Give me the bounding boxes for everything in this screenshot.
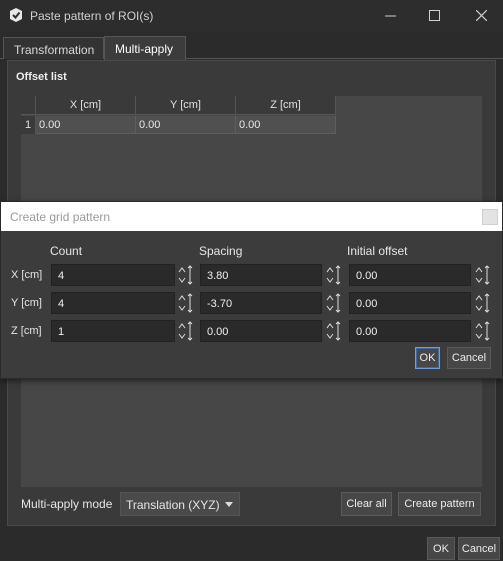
ok-button[interactable]: OK bbox=[427, 537, 455, 560]
clear-all-button[interactable]: Clear all bbox=[341, 492, 392, 516]
spacing-x-input[interactable]: 3.80 bbox=[200, 264, 322, 286]
close-window-button[interactable] bbox=[459, 0, 503, 31]
row-label-x: X [cm] bbox=[11, 269, 43, 281]
column-header-x[interactable]: X [cm] bbox=[36, 96, 136, 115]
count-y-input[interactable]: 4 bbox=[51, 292, 175, 314]
title-bar: Paste pattern of ROI(s) bbox=[0, 0, 503, 31]
count-z-stepper-icon[interactable] bbox=[176, 320, 194, 342]
cell-z[interactable]: 0.00 bbox=[236, 116, 336, 134]
chevron-down-icon bbox=[225, 502, 233, 507]
dialog-close-button[interactable] bbox=[482, 209, 498, 225]
spacing-z-input[interactable]: 0.00 bbox=[200, 320, 322, 342]
dialog-cancel-button[interactable]: Cancel bbox=[447, 347, 491, 369]
minimize-button[interactable] bbox=[368, 0, 412, 31]
row-number[interactable]: 1 bbox=[21, 116, 36, 134]
app-logo-icon bbox=[10, 8, 22, 22]
create-grid-pattern-dialog: Create grid pattern Count Spacing Initia… bbox=[0, 201, 503, 379]
row-label-z: Z [cm] bbox=[11, 325, 42, 337]
count-x-stepper-icon[interactable] bbox=[176, 264, 194, 286]
initial-offset-column-header: Initial offset bbox=[347, 244, 408, 258]
cancel-button[interactable]: Cancel bbox=[458, 537, 500, 560]
spacing-z-stepper-icon[interactable] bbox=[324, 320, 342, 342]
spacing-y-input[interactable]: -3.70 bbox=[200, 292, 322, 314]
close-icon bbox=[475, 9, 487, 22]
cell-x[interactable]: 0.00 bbox=[36, 116, 136, 134]
dialog-title-bar: Create grid pattern bbox=[1, 202, 502, 231]
create-pattern-button[interactable]: Create pattern bbox=[398, 492, 481, 516]
column-header-z[interactable]: Z [cm] bbox=[236, 96, 336, 115]
offset-y-stepper-icon[interactable] bbox=[473, 292, 491, 314]
column-header-y[interactable]: Y [cm] bbox=[136, 96, 236, 115]
table-corner bbox=[21, 96, 36, 115]
window-title: Paste pattern of ROI(s) bbox=[30, 9, 154, 23]
count-z-input[interactable]: 1 bbox=[51, 320, 175, 342]
tab-transformation[interactable]: Transformation bbox=[3, 37, 104, 59]
multi-apply-mode-value: Translation (XYZ) bbox=[126, 498, 220, 512]
offset-z-stepper-icon[interactable] bbox=[473, 320, 491, 342]
count-x-input[interactable]: 4 bbox=[51, 264, 175, 286]
tab-multi-apply[interactable]: Multi-apply bbox=[104, 36, 186, 60]
tab-bar: Transformation Multi-apply bbox=[0, 34, 503, 60]
spacing-x-stepper-icon[interactable] bbox=[324, 264, 342, 286]
minimize-icon bbox=[384, 15, 396, 17]
count-y-stepper-icon[interactable] bbox=[176, 292, 194, 314]
count-column-header: Count bbox=[50, 244, 83, 258]
dialog-ok-button[interactable]: OK bbox=[415, 347, 440, 369]
offset-x-input[interactable]: 0.00 bbox=[349, 264, 471, 286]
row-label-y: Y [cm] bbox=[11, 297, 42, 309]
multi-apply-mode-select[interactable]: Translation (XYZ) bbox=[120, 492, 240, 516]
offset-y-input[interactable]: 0.00 bbox=[349, 292, 471, 314]
offset-list-title: Offset list bbox=[16, 71, 67, 83]
maximize-button[interactable] bbox=[412, 0, 456, 31]
offset-z-input[interactable]: 0.00 bbox=[349, 320, 471, 342]
maximize-icon bbox=[428, 10, 440, 21]
spacing-y-stepper-icon[interactable] bbox=[324, 292, 342, 314]
offset-x-stepper-icon[interactable] bbox=[473, 264, 491, 286]
multi-apply-mode-label: Multi-apply mode bbox=[21, 497, 113, 511]
dialog-title: Create grid pattern bbox=[10, 210, 111, 224]
spacing-column-header: Spacing bbox=[199, 244, 243, 258]
cell-y[interactable]: 0.00 bbox=[136, 116, 236, 134]
